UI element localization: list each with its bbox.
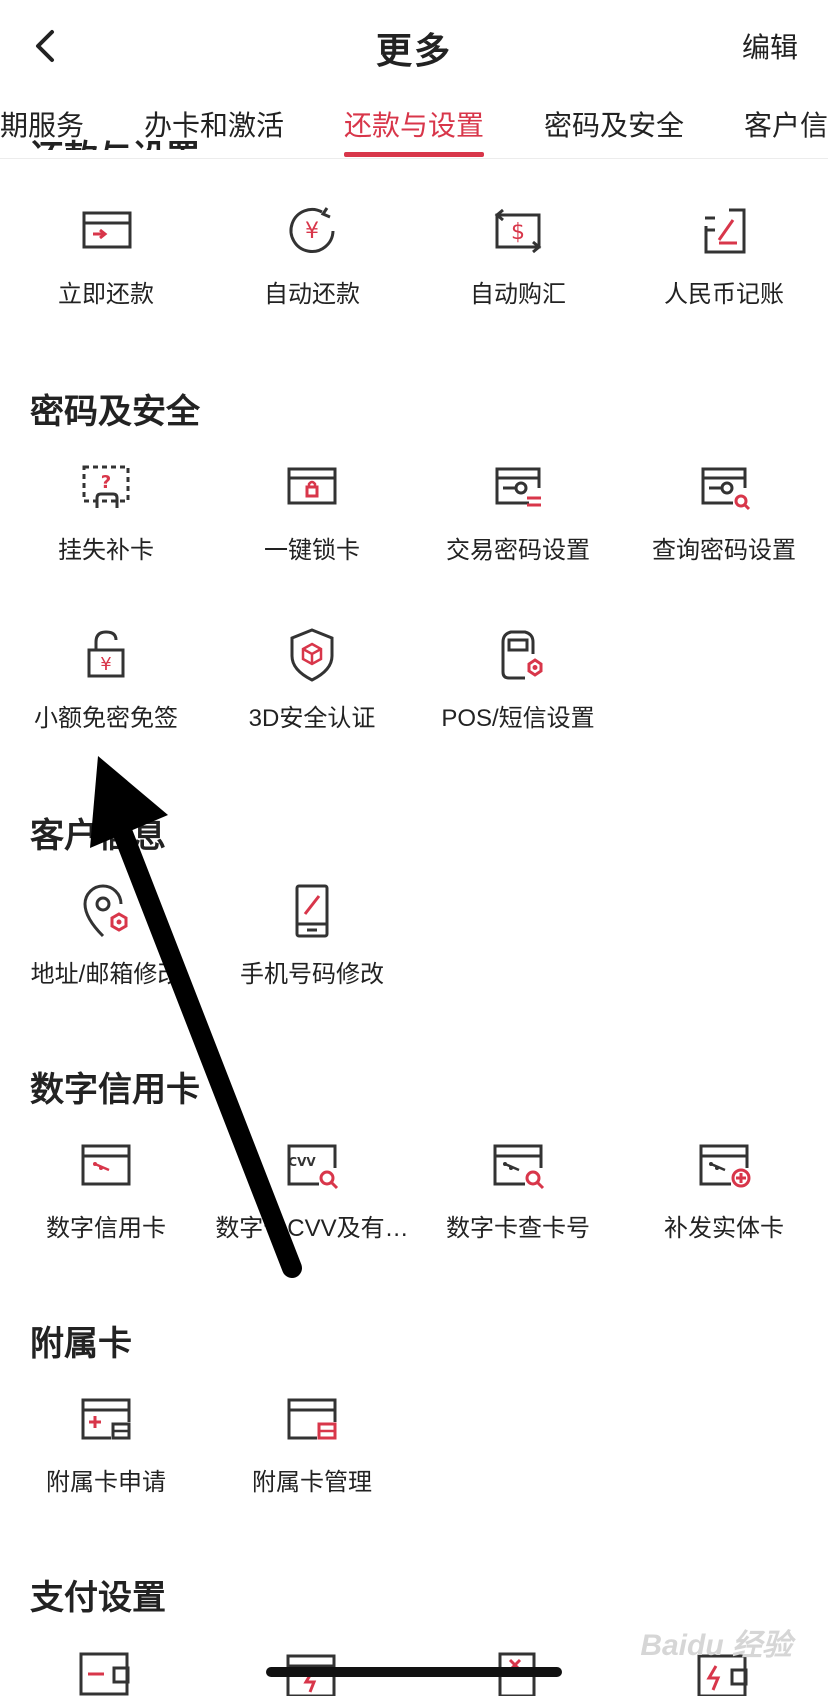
reissue-card-icon: [699, 1144, 751, 1188]
tab-repayment-settings[interactable]: 还款与设置: [344, 104, 484, 144]
item-label: 数字卡CVV及有…: [215, 1215, 409, 1242]
active-tab-indicator: [344, 152, 484, 157]
auto-repay-yuan-icon: ¥: [289, 207, 335, 253]
item-pos-sms[interactable]: POS/短信设置: [418, 620, 618, 770]
item-label: 自动还款: [264, 281, 360, 308]
item-digital-card[interactable]: 数字信用卡: [6, 1130, 206, 1280]
item-query-password[interactable]: 查询密码设置: [624, 452, 824, 602]
item-auto-exchange[interactable]: $ 自动购汇: [418, 196, 618, 346]
section-title-digital-card: 数字信用卡: [30, 1071, 200, 1109]
item-auto-repay[interactable]: ¥ 自动还款: [212, 196, 412, 346]
svg-text:¥: ¥: [100, 654, 111, 675]
transaction-password-icon: [495, 467, 541, 507]
item-label: 小额免密免签: [34, 705, 178, 732]
lost-card-icon: ?: [82, 465, 130, 508]
repay-card-icon: [82, 211, 132, 249]
rmb-ledger-icon: [704, 208, 746, 254]
svg-text:¥: ¥: [305, 219, 319, 244]
item-small-amount-free[interactable]: ¥ 小额免密免签: [6, 620, 206, 770]
item-label: 挂失补卡: [58, 537, 154, 564]
supp-card-manage-icon: [287, 1398, 337, 1440]
3d-secure-shield-icon: [290, 628, 334, 682]
section-title-payment: 支付设置: [30, 1579, 166, 1617]
digital-card-icon: [81, 1144, 131, 1186]
item-label: 立即还款: [58, 281, 154, 308]
item-digital-card-number[interactable]: 数字卡查卡号: [418, 1130, 618, 1280]
item-digital-cvv[interactable]: CVV 数字卡CVV及有…: [212, 1130, 412, 1280]
item-3d-secure[interactable]: 3D安全认证: [212, 620, 412, 770]
item-lost-card[interactable]: ? 挂失补卡: [6, 452, 206, 602]
item-label: POS/短信设置: [441, 705, 595, 732]
item-label: 数字信用卡: [46, 1215, 166, 1242]
item-label: 一键锁卡: [264, 537, 360, 564]
item-label: 自动购汇: [470, 281, 566, 308]
section-title-repayment: 还款与设置: [30, 128, 200, 150]
svg-text:CVV: CVV: [288, 1155, 316, 1169]
tab-customer-info[interactable]: 客户信: [744, 104, 828, 144]
item-transaction-password[interactable]: 交易密码设置: [418, 452, 618, 602]
svg-text:?: ?: [101, 472, 111, 493]
baidu-watermark: Baidu 经验: [640, 1629, 792, 1662]
item-label: 附属卡申请: [46, 1469, 166, 1496]
home-indicator[interactable]: [266, 1667, 562, 1677]
small-amount-unlock-icon: ¥: [87, 630, 125, 678]
item-label: 人民币记账: [664, 281, 784, 308]
section-title-customer-info: 客户信息: [30, 817, 166, 855]
section-title-supplementary: 附属卡: [30, 1325, 132, 1363]
item-label: 附属卡管理: [252, 1469, 372, 1496]
item-repay-now[interactable]: 立即还款: [6, 196, 206, 346]
item-phone-number[interactable]: 手机号码修改: [212, 876, 412, 1026]
edit-button[interactable]: 编辑: [742, 26, 798, 66]
payment-wallet-icon[interactable]: [76, 1650, 136, 1696]
page-title: 更多: [375, 30, 452, 71]
item-supp-manage[interactable]: 附属卡管理: [212, 1384, 412, 1534]
item-label: 交易密码设置: [446, 537, 590, 564]
query-password-icon: [701, 467, 751, 511]
svg-text:$: $: [511, 220, 525, 245]
item-label: 地址/邮箱修改: [30, 961, 182, 988]
cvv-search-icon: CVV: [287, 1144, 339, 1190]
item-address-email[interactable]: 地址/邮箱修改: [6, 876, 206, 1026]
item-label: 数字卡查卡号: [446, 1215, 590, 1242]
item-label: 查询密码设置: [652, 537, 796, 564]
item-label: 补发实体卡: [664, 1215, 784, 1242]
tab-password-security[interactable]: 密码及安全: [544, 104, 684, 144]
item-label: 手机号码修改: [240, 961, 384, 988]
lock-card-icon: [287, 467, 337, 505]
section-title-security: 密码及安全: [30, 393, 200, 431]
phone-edit-icon: [295, 884, 329, 938]
pos-sms-icon: [501, 630, 543, 680]
card-number-search-icon: [493, 1144, 545, 1190]
auto-exchange-dollar-icon: $: [494, 208, 542, 254]
item-label: 3D安全认证: [248, 705, 376, 732]
supp-card-apply-icon: [81, 1398, 131, 1440]
top-bar: 更多 编辑: [0, 0, 828, 90]
item-lock-card[interactable]: 一键锁卡: [212, 452, 412, 602]
item-rmb-ledger[interactable]: 人民币记账: [624, 196, 824, 346]
item-supp-apply[interactable]: 附属卡申请: [6, 1384, 206, 1534]
address-location-icon: [83, 884, 128, 938]
item-reissue-card[interactable]: 补发实体卡: [624, 1130, 824, 1280]
